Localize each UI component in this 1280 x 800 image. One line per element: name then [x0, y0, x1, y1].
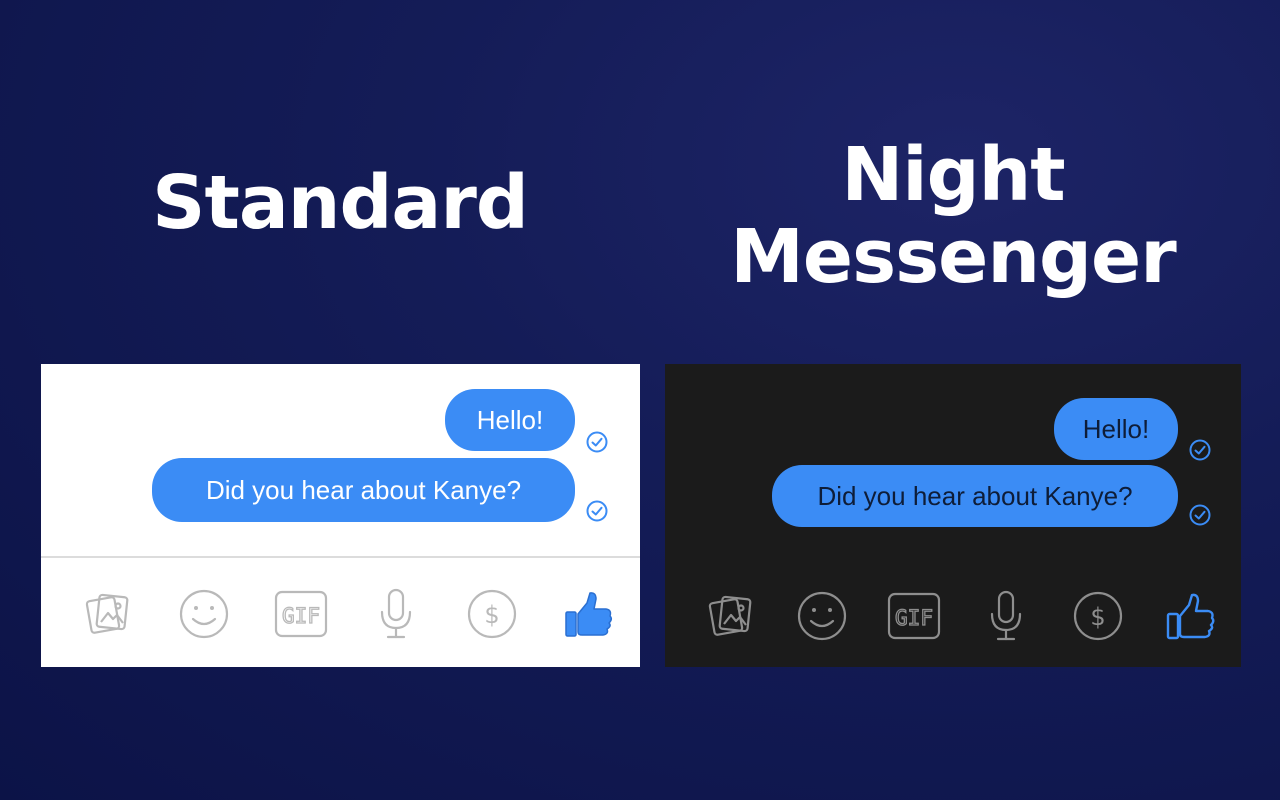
message-text: Did you hear about Kanye?: [205, 474, 522, 505]
message-bubble[interactable]: Hello!: [1054, 398, 1178, 460]
sent-check-icon: [1189, 504, 1211, 526]
emoji-button[interactable]: [794, 588, 850, 644]
gif-button[interactable]: GIF: [273, 586, 329, 642]
standard-chat-panel: Hello! Did you hear about Kanye? GIF $: [41, 364, 640, 667]
gif-icon: GIF: [887, 592, 941, 640]
gif-icon: GIF: [274, 590, 328, 638]
gif-label: GIF: [282, 604, 320, 628]
night-heading-line-2: Messenger: [730, 214, 1176, 300]
like-icon: [565, 592, 613, 637]
standard-heading: Standard: [152, 160, 529, 246]
payment-label: $: [1090, 603, 1105, 631]
photo-icon: [708, 595, 752, 636]
microphone-icon: [990, 590, 1022, 641]
sent-check-icon: [586, 431, 608, 453]
microphone-icon: [380, 588, 412, 639]
like-button[interactable]: [560, 586, 616, 642]
photo-icon: [85, 593, 129, 634]
gif-label: GIF: [895, 606, 933, 630]
night-chat-panel: Hello! Did you hear about Kanye? GIF $: [665, 364, 1241, 667]
payment-button[interactable]: $: [1070, 588, 1126, 644]
payment-label: $: [484, 601, 499, 629]
like-icon: [1166, 593, 1215, 640]
photo-button[interactable]: [80, 586, 136, 642]
emoji-button[interactable]: [176, 586, 232, 642]
photo-button[interactable]: [703, 588, 759, 644]
microphone-button[interactable]: [368, 586, 424, 642]
message-text: Hello!: [1082, 413, 1150, 444]
sent-check-icon: [1189, 439, 1211, 461]
message-text: Did you hear about Kanye?: [817, 480, 1133, 511]
emoji-icon: [797, 591, 847, 641]
like-button[interactable]: [1162, 588, 1218, 644]
microphone-button[interactable]: [978, 588, 1034, 644]
message-bubble[interactable]: Did you hear about Kanye?: [152, 458, 575, 522]
night-heading-line-1: Night: [841, 132, 1065, 218]
emoji-icon: [179, 589, 229, 639]
night-messenger-heading: Night Messenger: [665, 134, 1241, 298]
message-text: Hello!: [476, 404, 544, 435]
composer-toolbar: GIF $: [41, 586, 640, 646]
composer-toolbar: GIF $: [665, 588, 1241, 648]
composer-divider: [41, 556, 640, 558]
gif-button[interactable]: GIF: [886, 588, 942, 644]
payment-icon: $: [1073, 591, 1123, 641]
sent-check-icon: [586, 500, 608, 522]
message-bubble[interactable]: Hello!: [445, 389, 575, 451]
message-bubble[interactable]: Did you hear about Kanye?: [772, 465, 1178, 527]
payment-button[interactable]: $: [464, 586, 520, 642]
payment-icon: $: [467, 589, 517, 639]
